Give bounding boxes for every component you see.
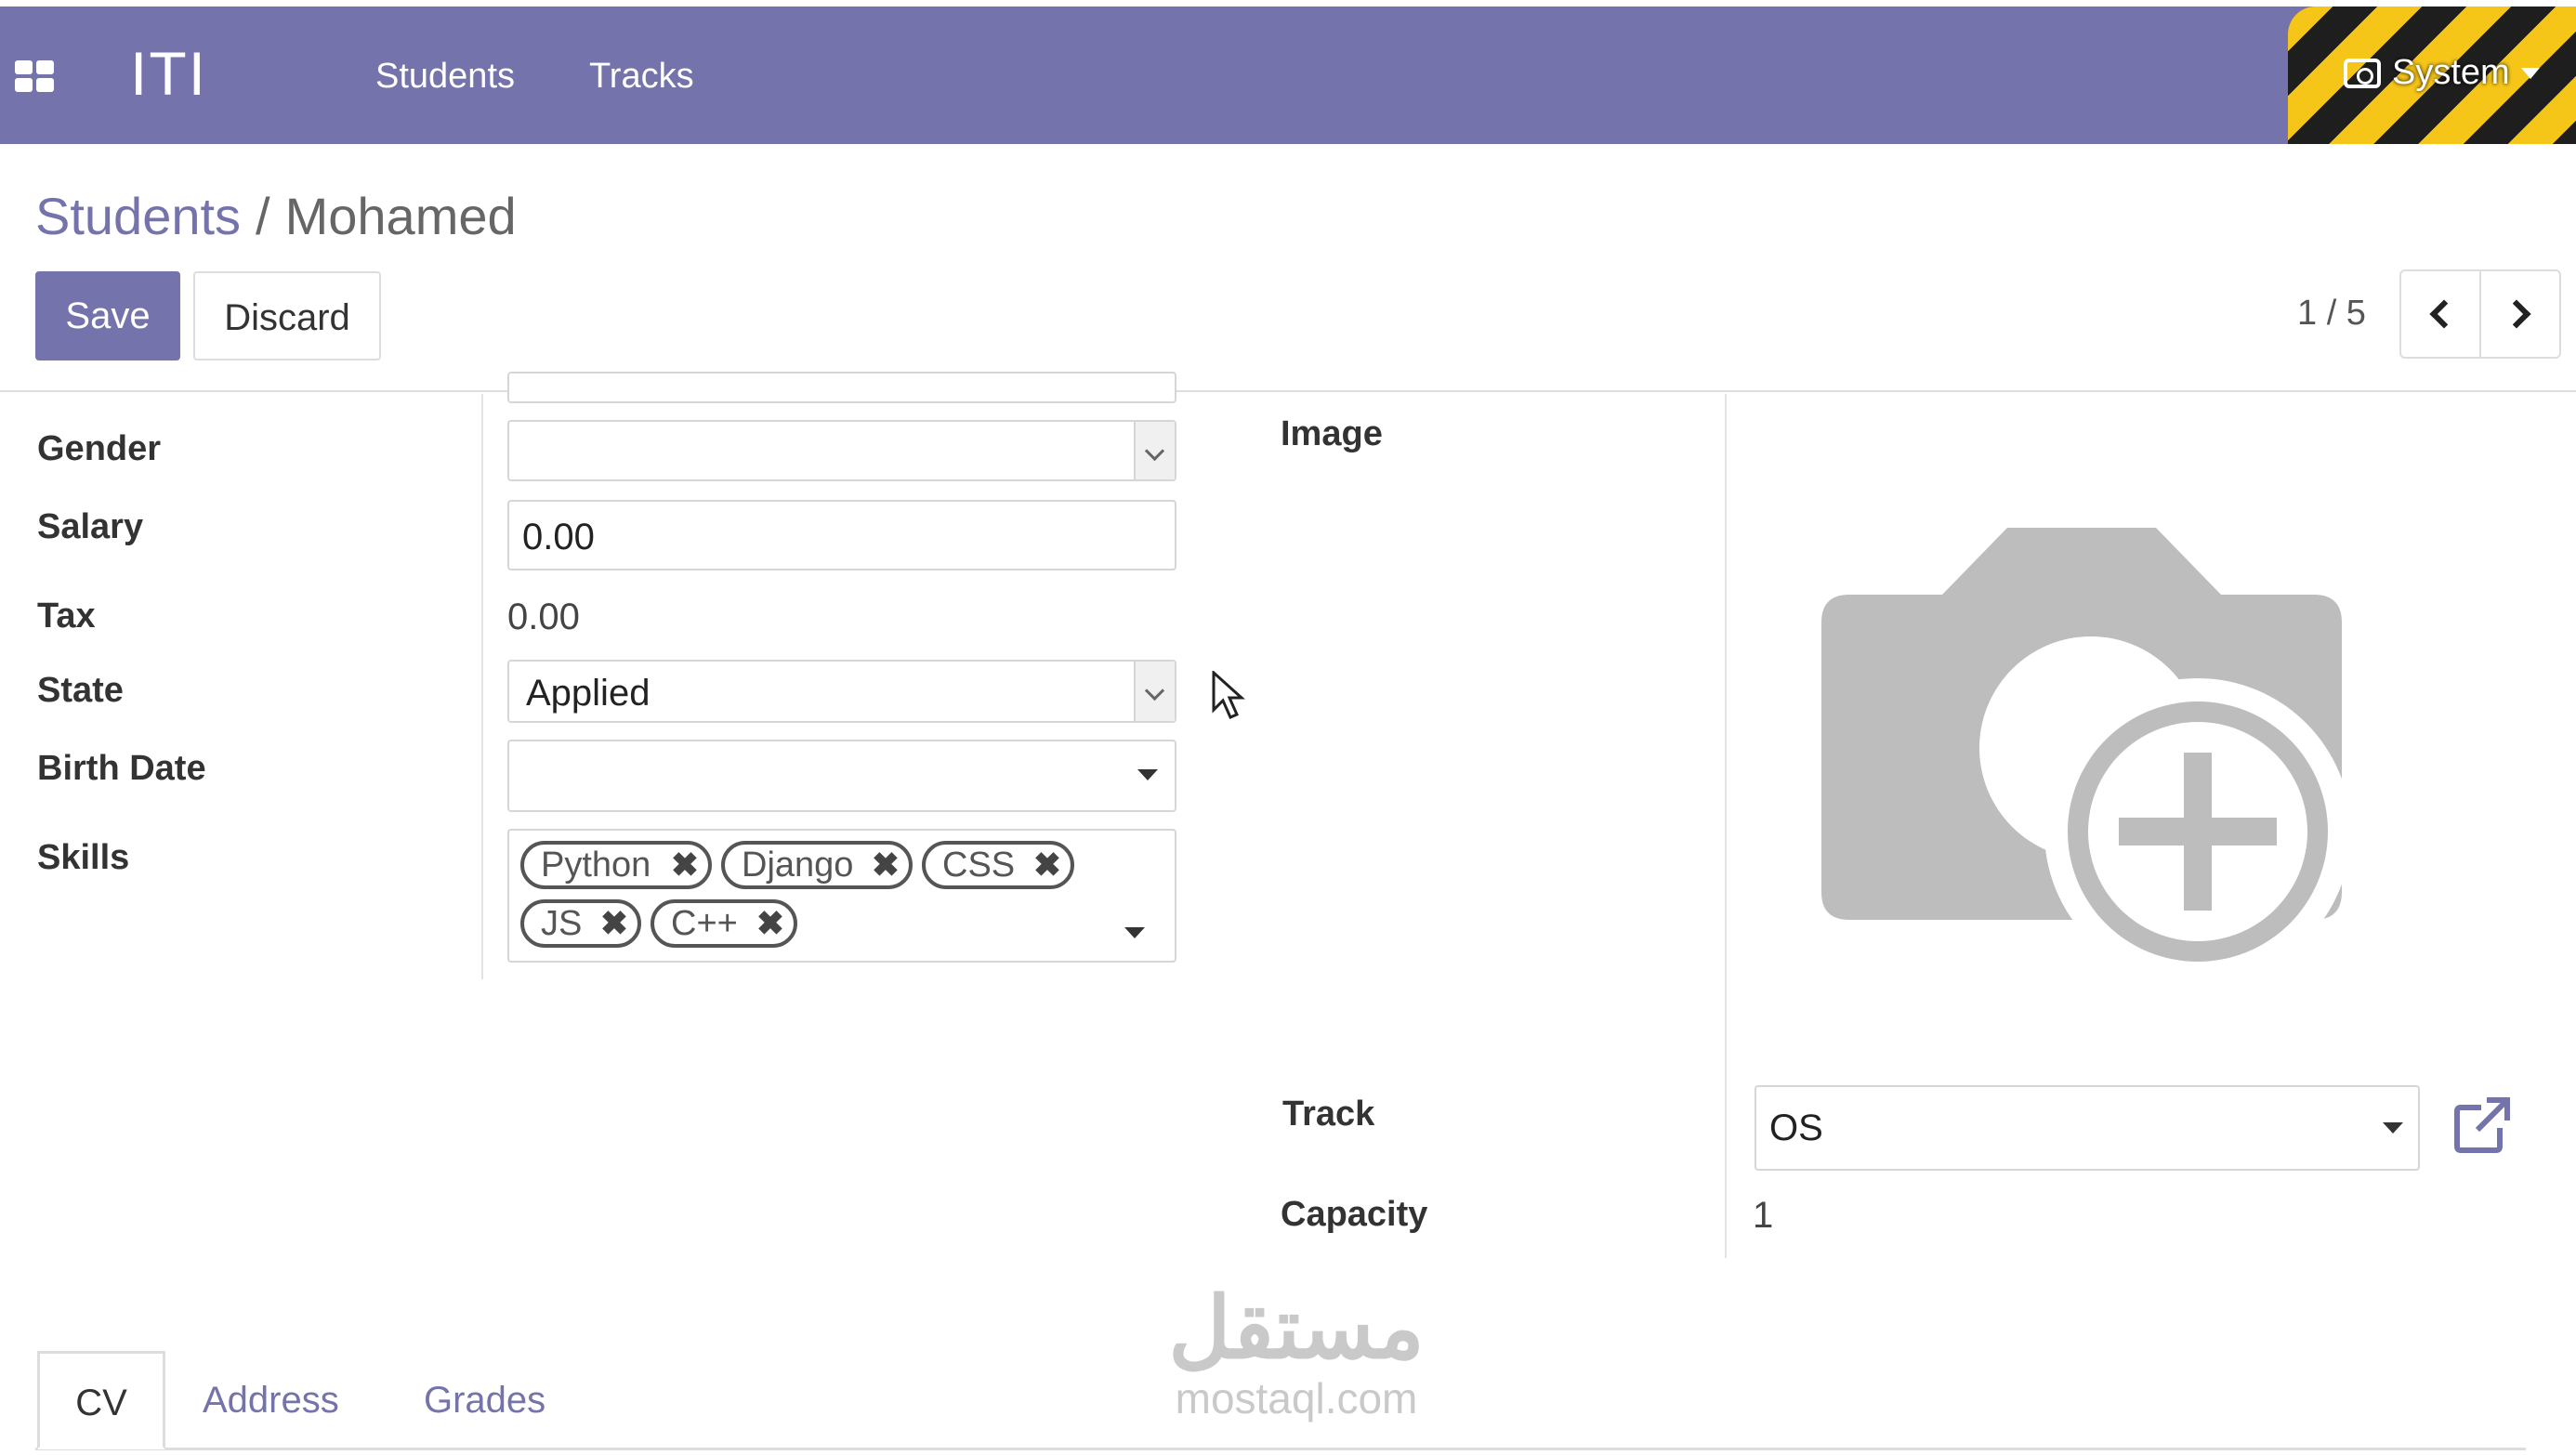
salary-input[interactable]: 0.00 <box>507 500 1176 570</box>
salary-value: 0.00 <box>522 517 595 557</box>
avatar-camera-icon <box>2344 58 2381 88</box>
tab-cv[interactable]: CV <box>37 1351 165 1449</box>
birth-date-label: Birth Date <box>37 749 206 788</box>
user-menu-label: System <box>2392 53 2510 92</box>
capacity-value: 1 <box>1753 1195 1774 1236</box>
skill-tag-label: Python <box>541 845 651 885</box>
skill-tag: JS ✖ <box>520 899 641 948</box>
external-link-icon[interactable] <box>2453 1096 2511 1154</box>
image-label: Image <box>1281 414 1383 453</box>
save-button[interactable]: Save <box>35 271 180 360</box>
debug-mode-banner: System <box>2288 7 2576 144</box>
skill-tag: C++ ✖ <box>651 899 797 948</box>
label-column-rule <box>481 394 483 979</box>
breadcrumb-separator: / <box>256 187 270 245</box>
track-label: Track <box>1282 1095 1375 1134</box>
brand-logo[interactable]: ITI <box>130 38 207 109</box>
track-many2one-input[interactable]: OS <box>1755 1085 2420 1171</box>
track-value: OS <box>1769 1108 1823 1148</box>
skill-tag-label: Django <box>742 845 854 885</box>
watermark-arabic: مستقل <box>1168 1281 1425 1376</box>
remove-tag-icon[interactable]: ✖ <box>671 845 699 885</box>
chevron-down-icon <box>1134 662 1175 721</box>
image-upload-placeholder[interactable] <box>1821 520 2342 985</box>
gender-label: Gender <box>37 429 162 468</box>
pager-next-button[interactable] <box>2479 269 2561 359</box>
remove-tag-icon[interactable]: ✖ <box>872 845 900 885</box>
remove-tag-icon[interactable]: ✖ <box>600 903 628 944</box>
control-panel-divider <box>0 390 2576 392</box>
caret-down-icon <box>1137 769 1158 780</box>
gender-select[interactable] <box>507 420 1176 481</box>
skill-tag: Python ✖ <box>520 841 712 889</box>
name-field[interactable] <box>507 372 1176 403</box>
tab-address[interactable]: Address <box>203 1351 339 1449</box>
watermark-latin: mostaql.com <box>1175 1374 1418 1422</box>
remove-tag-icon[interactable]: ✖ <box>1033 845 1061 885</box>
state-label: State <box>37 671 124 710</box>
caret-down-icon <box>1124 927 1145 938</box>
menu-students[interactable]: Students <box>375 57 515 97</box>
mouse-pointer-icon <box>1212 671 1245 719</box>
tabs-baseline <box>35 1448 2526 1450</box>
apps-grid-icon[interactable] <box>15 60 54 92</box>
chevron-down-icon <box>1134 422 1175 479</box>
menu-tracks[interactable]: Tracks <box>589 57 694 97</box>
state-select[interactable]: Applied <box>507 660 1176 723</box>
skill-tag-label: JS <box>541 904 583 943</box>
pager-previous-button[interactable] <box>2399 269 2481 359</box>
top-navbar: ITI Students Tracks System <box>0 7 2576 144</box>
pager-value[interactable]: 1 / 5 <box>2297 294 2366 334</box>
chevron-right-icon <box>2502 299 2531 329</box>
caret-down-icon <box>2520 67 2540 79</box>
birth-date-input[interactable] <box>507 740 1176 812</box>
breadcrumb: Students / Mohamed <box>35 186 517 246</box>
breadcrumb-parent[interactable]: Students <box>35 187 241 245</box>
skill-tag: Django ✖ <box>721 841 913 889</box>
discard-button[interactable]: Discard <box>193 271 381 360</box>
salary-label: Salary <box>37 507 144 546</box>
capacity-label: Capacity <box>1281 1195 1428 1234</box>
chevron-left-icon <box>2429 299 2459 329</box>
remove-tag-icon[interactable]: ✖ <box>756 903 784 944</box>
tax-value: 0.00 <box>507 596 580 637</box>
skills-label: Skills <box>37 838 130 877</box>
caret-down-icon <box>2383 1122 2403 1134</box>
tab-grades[interactable]: Grades <box>424 1351 545 1449</box>
tax-label: Tax <box>37 596 96 636</box>
skill-tag-label: CSS <box>942 845 1016 885</box>
right-group-rule <box>1725 394 1727 1258</box>
skill-tag-label: C++ <box>671 904 738 943</box>
watermark: مستقل mostaql.com <box>1124 1282 1468 1422</box>
breadcrumb-current: Mohamed <box>284 187 517 245</box>
user-menu[interactable]: System <box>2344 53 2540 93</box>
state-value: Applied <box>526 673 651 714</box>
skill-tag: CSS ✖ <box>922 841 1074 889</box>
